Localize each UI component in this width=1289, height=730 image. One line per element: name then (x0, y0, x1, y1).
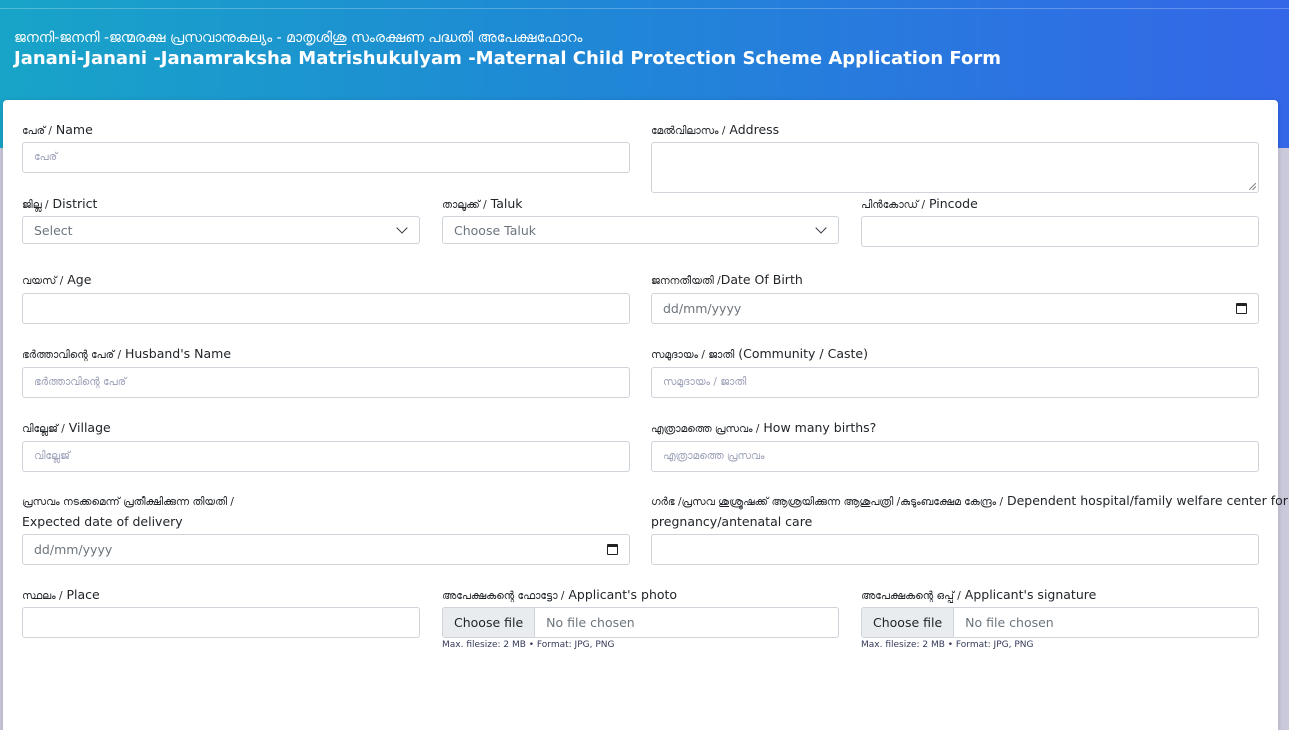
page-title-malayalam: ജനനി-ജനനി -ജന്മരക്ഷ പ്രസവാനുകല്യം - മാതൃ… (14, 30, 583, 46)
births-input[interactable]: എത്രാമത്തെ പ്രസവം (651, 441, 1259, 472)
address-textarea[interactable] (651, 142, 1259, 193)
village-label: വില്ലേജ് / Village (22, 420, 111, 435)
photo-label: അപേക്ഷകന്റെ ഫോട്ടോ / Applicant's photo (442, 587, 678, 602)
age-input[interactable] (22, 293, 630, 324)
photo-hint: Max. filesize: 2 MB • Format: JPG, PNG (442, 640, 615, 650)
taluk-label: താലൂക്ക് / Taluk (442, 196, 523, 211)
district-label: ജില്ല / District (22, 196, 98, 211)
district-select[interactable]: Select (22, 216, 420, 244)
signature-hint: Max. filesize: 2 MB • Format: JPG, PNG (861, 640, 1034, 650)
name-label: പേര് / Name (22, 122, 93, 137)
page-title: Janani-Janani -Janamraksha Matrishukulya… (14, 48, 1001, 69)
delivery-placeholder: dd/mm/yyyy (34, 542, 113, 557)
signature-choose-file-button[interactable]: Choose file (862, 608, 955, 637)
births-label: എത്രാമത്തെ പ്രസവം / How many births? (651, 420, 877, 435)
husband-name-input[interactable]: ഭർത്താവിന്റെ പേര് (22, 367, 630, 398)
dob-label: ജനനതീയതി /Date Of Birth (651, 272, 803, 287)
banner-divider (0, 8, 1289, 9)
photo-file-status: No file chosen (546, 615, 635, 630)
husband-name-label: ഭർത്താവിന്റെ പേര് / Husband's Name (22, 346, 232, 361)
calendar-icon[interactable] (1236, 303, 1247, 314)
hospital-input[interactable] (651, 534, 1259, 565)
name-input[interactable]: പേര് (22, 142, 630, 173)
resize-grip-icon[interactable] (1249, 183, 1256, 190)
dob-date-input[interactable]: dd/mm/yyyy (651, 293, 1259, 324)
application-form: പേര് / Name പേര് മേൽവിലാസം / Address ജില… (3, 100, 1288, 730)
calendar-icon[interactable] (607, 544, 618, 555)
hospital-label: ഗർഭ /പ്രസവ ശുശ്രൂഷക്ക് ആശ്രയിക്കുന്ന ആശു… (651, 493, 1288, 529)
chevron-down-icon (815, 221, 827, 234)
address-label: മേൽവിലാസം / Address (651, 122, 780, 137)
pincode-label: പിൻകോഡ് / Pincode (861, 196, 978, 211)
pincode-input[interactable] (861, 216, 1259, 247)
delivery-date-label: പ്രസവം നടക്കമെന്ന് പ്രതീക്ഷിക്കുന്ന തിയത… (22, 496, 234, 529)
taluk-select[interactable]: Choose Taluk (442, 216, 839, 244)
age-label: വയസ് / Age (22, 272, 92, 287)
chevron-down-icon (396, 221, 408, 234)
taluk-selected-value: Choose Taluk (454, 222, 536, 238)
village-input[interactable]: വില്ലേജ് (22, 441, 630, 472)
photo-choose-file-button[interactable]: Choose file (443, 608, 536, 637)
signature-label: അപേക്ഷകന്റെ ഒപ്പ് / Applicant's signatur… (861, 587, 1097, 602)
community-label: സമുദായം / ജാതി (Community / Caste) (651, 346, 868, 361)
community-input[interactable]: സമുദായം / ജാതി (651, 367, 1259, 398)
place-label: സ്ഥലം / Place (22, 587, 100, 602)
photo-file-input[interactable]: Choose file No file chosen (442, 607, 839, 638)
signature-file-status: No file chosen (965, 615, 1054, 630)
dob-placeholder: dd/mm/yyyy (663, 301, 742, 316)
district-selected-value: Select (34, 222, 73, 238)
place-input[interactable] (22, 607, 420, 638)
delivery-date-input[interactable]: dd/mm/yyyy (22, 534, 630, 565)
signature-file-input[interactable]: Choose file No file chosen (861, 607, 1259, 638)
